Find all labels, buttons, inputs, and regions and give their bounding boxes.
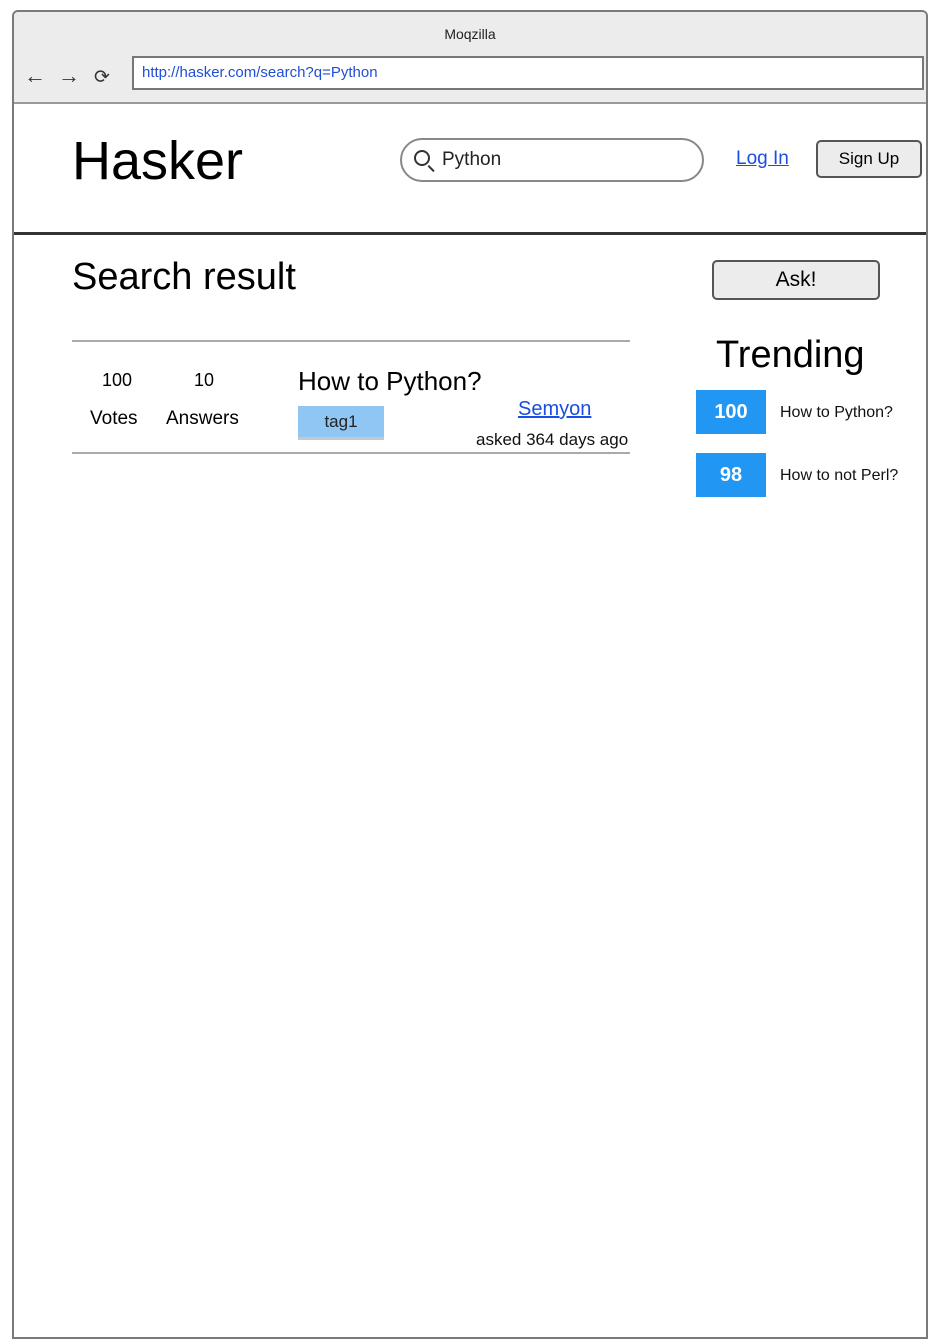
trending-question-link[interactable]: How to Python? xyxy=(780,404,893,422)
asked-time: asked 364 days ago xyxy=(476,430,629,449)
arrow-left-icon[interactable]: ← xyxy=(24,64,46,88)
trending-vote-badge: 100 xyxy=(696,390,766,434)
search-box[interactable] xyxy=(400,138,704,182)
votes-label: Votes xyxy=(90,408,138,429)
signup-button[interactable]: Sign Up xyxy=(816,140,922,178)
site-logo[interactable]: Hasker xyxy=(72,130,243,192)
arrow-right-icon[interactable]: → xyxy=(58,64,80,88)
browser-window: Moqzilla ← → ⟳ http://hasker.com/search?… xyxy=(12,10,928,1339)
vote-count: 100 xyxy=(102,370,133,390)
answers-label: Answers xyxy=(166,408,239,429)
address-bar[interactable]: http://hasker.com/search?q=Python xyxy=(132,56,924,90)
ask-button[interactable]: Ask! xyxy=(712,260,880,300)
login-link[interactable]: Log In xyxy=(736,148,789,170)
page-title: Search result xyxy=(72,256,296,298)
browser-chrome: Moqzilla ← → ⟳ http://hasker.com/search?… xyxy=(14,12,926,104)
window-title: Moqzilla xyxy=(444,26,496,42)
author-link[interactable]: Semyon xyxy=(518,398,591,421)
divider xyxy=(72,340,630,342)
question-title-link[interactable]: How to Python? xyxy=(298,366,482,397)
tag-badge[interactable]: tag1 xyxy=(298,406,384,440)
header-divider xyxy=(14,232,926,235)
search-icon xyxy=(414,150,430,166)
search-input[interactable] xyxy=(440,148,684,172)
divider xyxy=(72,452,630,454)
trending-question-link[interactable]: How to not Perl? xyxy=(780,467,898,485)
trending-vote-badge: 98 xyxy=(696,453,766,497)
answer-count: 10 xyxy=(194,370,215,390)
trending-title: Trending xyxy=(716,334,865,376)
reload-icon[interactable]: ⟳ xyxy=(94,66,110,90)
